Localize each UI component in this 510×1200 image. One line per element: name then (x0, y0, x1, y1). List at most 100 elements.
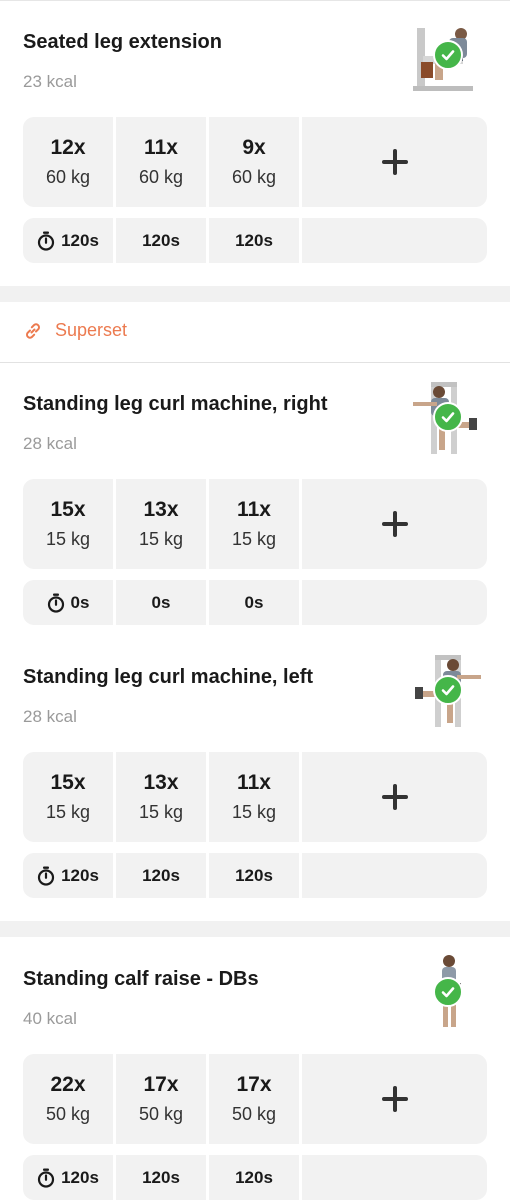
sets-row: 12x 60 kg 11x 60 kg 9x 60 kg (23, 117, 487, 207)
set-reps: 11x (237, 771, 271, 794)
plus-icon (380, 782, 410, 812)
rest-time: 120s (235, 230, 273, 250)
set-weight: 15 kg (231, 529, 277, 549)
rest-cell[interactable]: 120s (116, 853, 206, 898)
set-reps: 13x (143, 771, 179, 794)
set-weight: 15 kg (45, 802, 91, 822)
rest-cell[interactable]: 120s (209, 853, 299, 898)
rest-row: 120s 120s 120s (23, 218, 487, 263)
plus-icon (380, 147, 410, 177)
rest-empty-cell (302, 580, 487, 625)
set-cell[interactable]: 11x 15 kg (209, 479, 299, 569)
set-reps: 15x (50, 771, 86, 794)
rest-cell[interactable]: 0s (23, 580, 113, 625)
exercise-card[interactable]: Standing calf raise - DBs 40 kcal 22x 50… (0, 937, 510, 1200)
timer-icon (37, 231, 55, 251)
exercise-card[interactable]: Seated leg extension 23 kcal 12x 60 kg 1… (0, 0, 510, 280)
timer-icon (37, 866, 55, 886)
set-reps: 13x (143, 498, 179, 521)
exercise-kcal: 28 kcal (23, 707, 77, 726)
set-cell[interactable]: 11x 15 kg (209, 752, 299, 842)
set-cell[interactable]: 15x 15 kg (23, 752, 113, 842)
set-reps: 15x (50, 498, 86, 521)
set-weight: 60 kg (138, 167, 184, 187)
completed-check-icon (433, 402, 463, 432)
section-divider (0, 286, 510, 302)
rest-time: 120s (61, 865, 99, 885)
exercise-thumbnail[interactable] (405, 16, 487, 98)
exercise-thumbnail[interactable] (405, 651, 487, 733)
rest-cell[interactable]: 120s (23, 218, 113, 263)
plus-icon (380, 509, 410, 539)
rest-cell[interactable]: 120s (116, 1155, 206, 1200)
exercise-kcal: 40 kcal (23, 1009, 77, 1028)
exercise-card[interactable]: Standing leg curl machine, left 28 kcal … (0, 635, 510, 915)
set-cell[interactable]: 22x 50 kg (23, 1054, 113, 1144)
rest-cell[interactable]: 120s (23, 1155, 113, 1200)
rest-cell[interactable]: 0s (209, 580, 299, 625)
set-reps: 22x (50, 1073, 86, 1096)
completed-check-icon (433, 675, 463, 705)
rest-empty-cell (302, 1155, 487, 1200)
rest-time: 120s (142, 865, 180, 885)
set-weight: 15 kg (231, 802, 277, 822)
sets-row: 15x 15 kg 13x 15 kg 11x 15 kg (23, 479, 487, 569)
rest-cell[interactable]: 120s (116, 218, 206, 263)
rest-row: 0s 0s 0s (23, 580, 487, 625)
rest-time: 120s (61, 230, 99, 250)
plus-icon (380, 1084, 410, 1114)
exercise-kcal: 28 kcal (23, 434, 77, 453)
set-weight: 50 kg (45, 1104, 91, 1124)
rest-empty-cell (302, 853, 487, 898)
rest-row: 120s 120s 120s (23, 853, 487, 898)
rest-cell[interactable]: 120s (209, 1155, 299, 1200)
set-weight: 60 kg (231, 167, 277, 187)
rest-time: 120s (61, 1167, 99, 1187)
exercise-title[interactable]: Standing leg curl machine, right (23, 393, 327, 416)
set-cell[interactable]: 15x 15 kg (23, 479, 113, 569)
rest-row: 120s 120s 120s (23, 1155, 487, 1200)
set-cell[interactable]: 9x 60 kg (209, 117, 299, 207)
rest-time: 0s (151, 592, 171, 612)
rest-time: 120s (235, 865, 273, 885)
set-cell[interactable]: 17x 50 kg (209, 1054, 299, 1144)
completed-check-icon (433, 977, 463, 1007)
add-set-button[interactable] (302, 117, 487, 207)
rest-time: 120s (142, 1167, 180, 1187)
set-cell[interactable]: 13x 15 kg (116, 752, 206, 842)
set-cell[interactable]: 13x 15 kg (116, 479, 206, 569)
rest-cell[interactable]: 120s (209, 218, 299, 263)
rest-time: 120s (235, 1167, 273, 1187)
timer-icon (37, 1168, 55, 1188)
set-reps: 11x (144, 136, 178, 159)
exercise-thumbnail[interactable] (405, 953, 487, 1035)
set-cell[interactable]: 17x 50 kg (116, 1054, 206, 1144)
exercise-title[interactable]: Standing calf raise - DBs (23, 968, 259, 991)
add-set-button[interactable] (302, 752, 487, 842)
set-reps: 9x (242, 136, 266, 159)
sets-row: 15x 15 kg 13x 15 kg 11x 15 kg (23, 752, 487, 842)
set-reps: 12x (50, 136, 86, 159)
superset-text: Superset (55, 320, 128, 340)
rest-cell[interactable]: 120s (23, 853, 113, 898)
set-weight: 15 kg (45, 529, 91, 549)
exercise-thumbnail[interactable] (405, 378, 487, 460)
add-set-button[interactable] (302, 1054, 487, 1144)
set-reps: 11x (237, 498, 271, 521)
set-weight: 50 kg (138, 1104, 184, 1124)
rest-time: 0s (70, 592, 90, 612)
add-set-button[interactable] (302, 479, 487, 569)
set-weight: 50 kg (231, 1104, 277, 1124)
exercise-card[interactable]: Standing leg curl machine, right 28 kcal… (0, 362, 510, 652)
link-icon (26, 322, 40, 339)
set-cell[interactable]: 11x 60 kg (116, 117, 206, 207)
set-weight: 15 kg (138, 802, 184, 822)
rest-empty-cell (302, 218, 487, 263)
set-weight: 15 kg (138, 529, 184, 549)
exercise-title[interactable]: Seated leg extension (23, 31, 222, 54)
rest-cell[interactable]: 0s (116, 580, 206, 625)
superset-label[interactable]: Superset (23, 320, 127, 341)
exercise-title[interactable]: Standing leg curl machine, left (23, 666, 313, 689)
set-cell[interactable]: 12x 60 kg (23, 117, 113, 207)
section-divider (0, 921, 510, 937)
